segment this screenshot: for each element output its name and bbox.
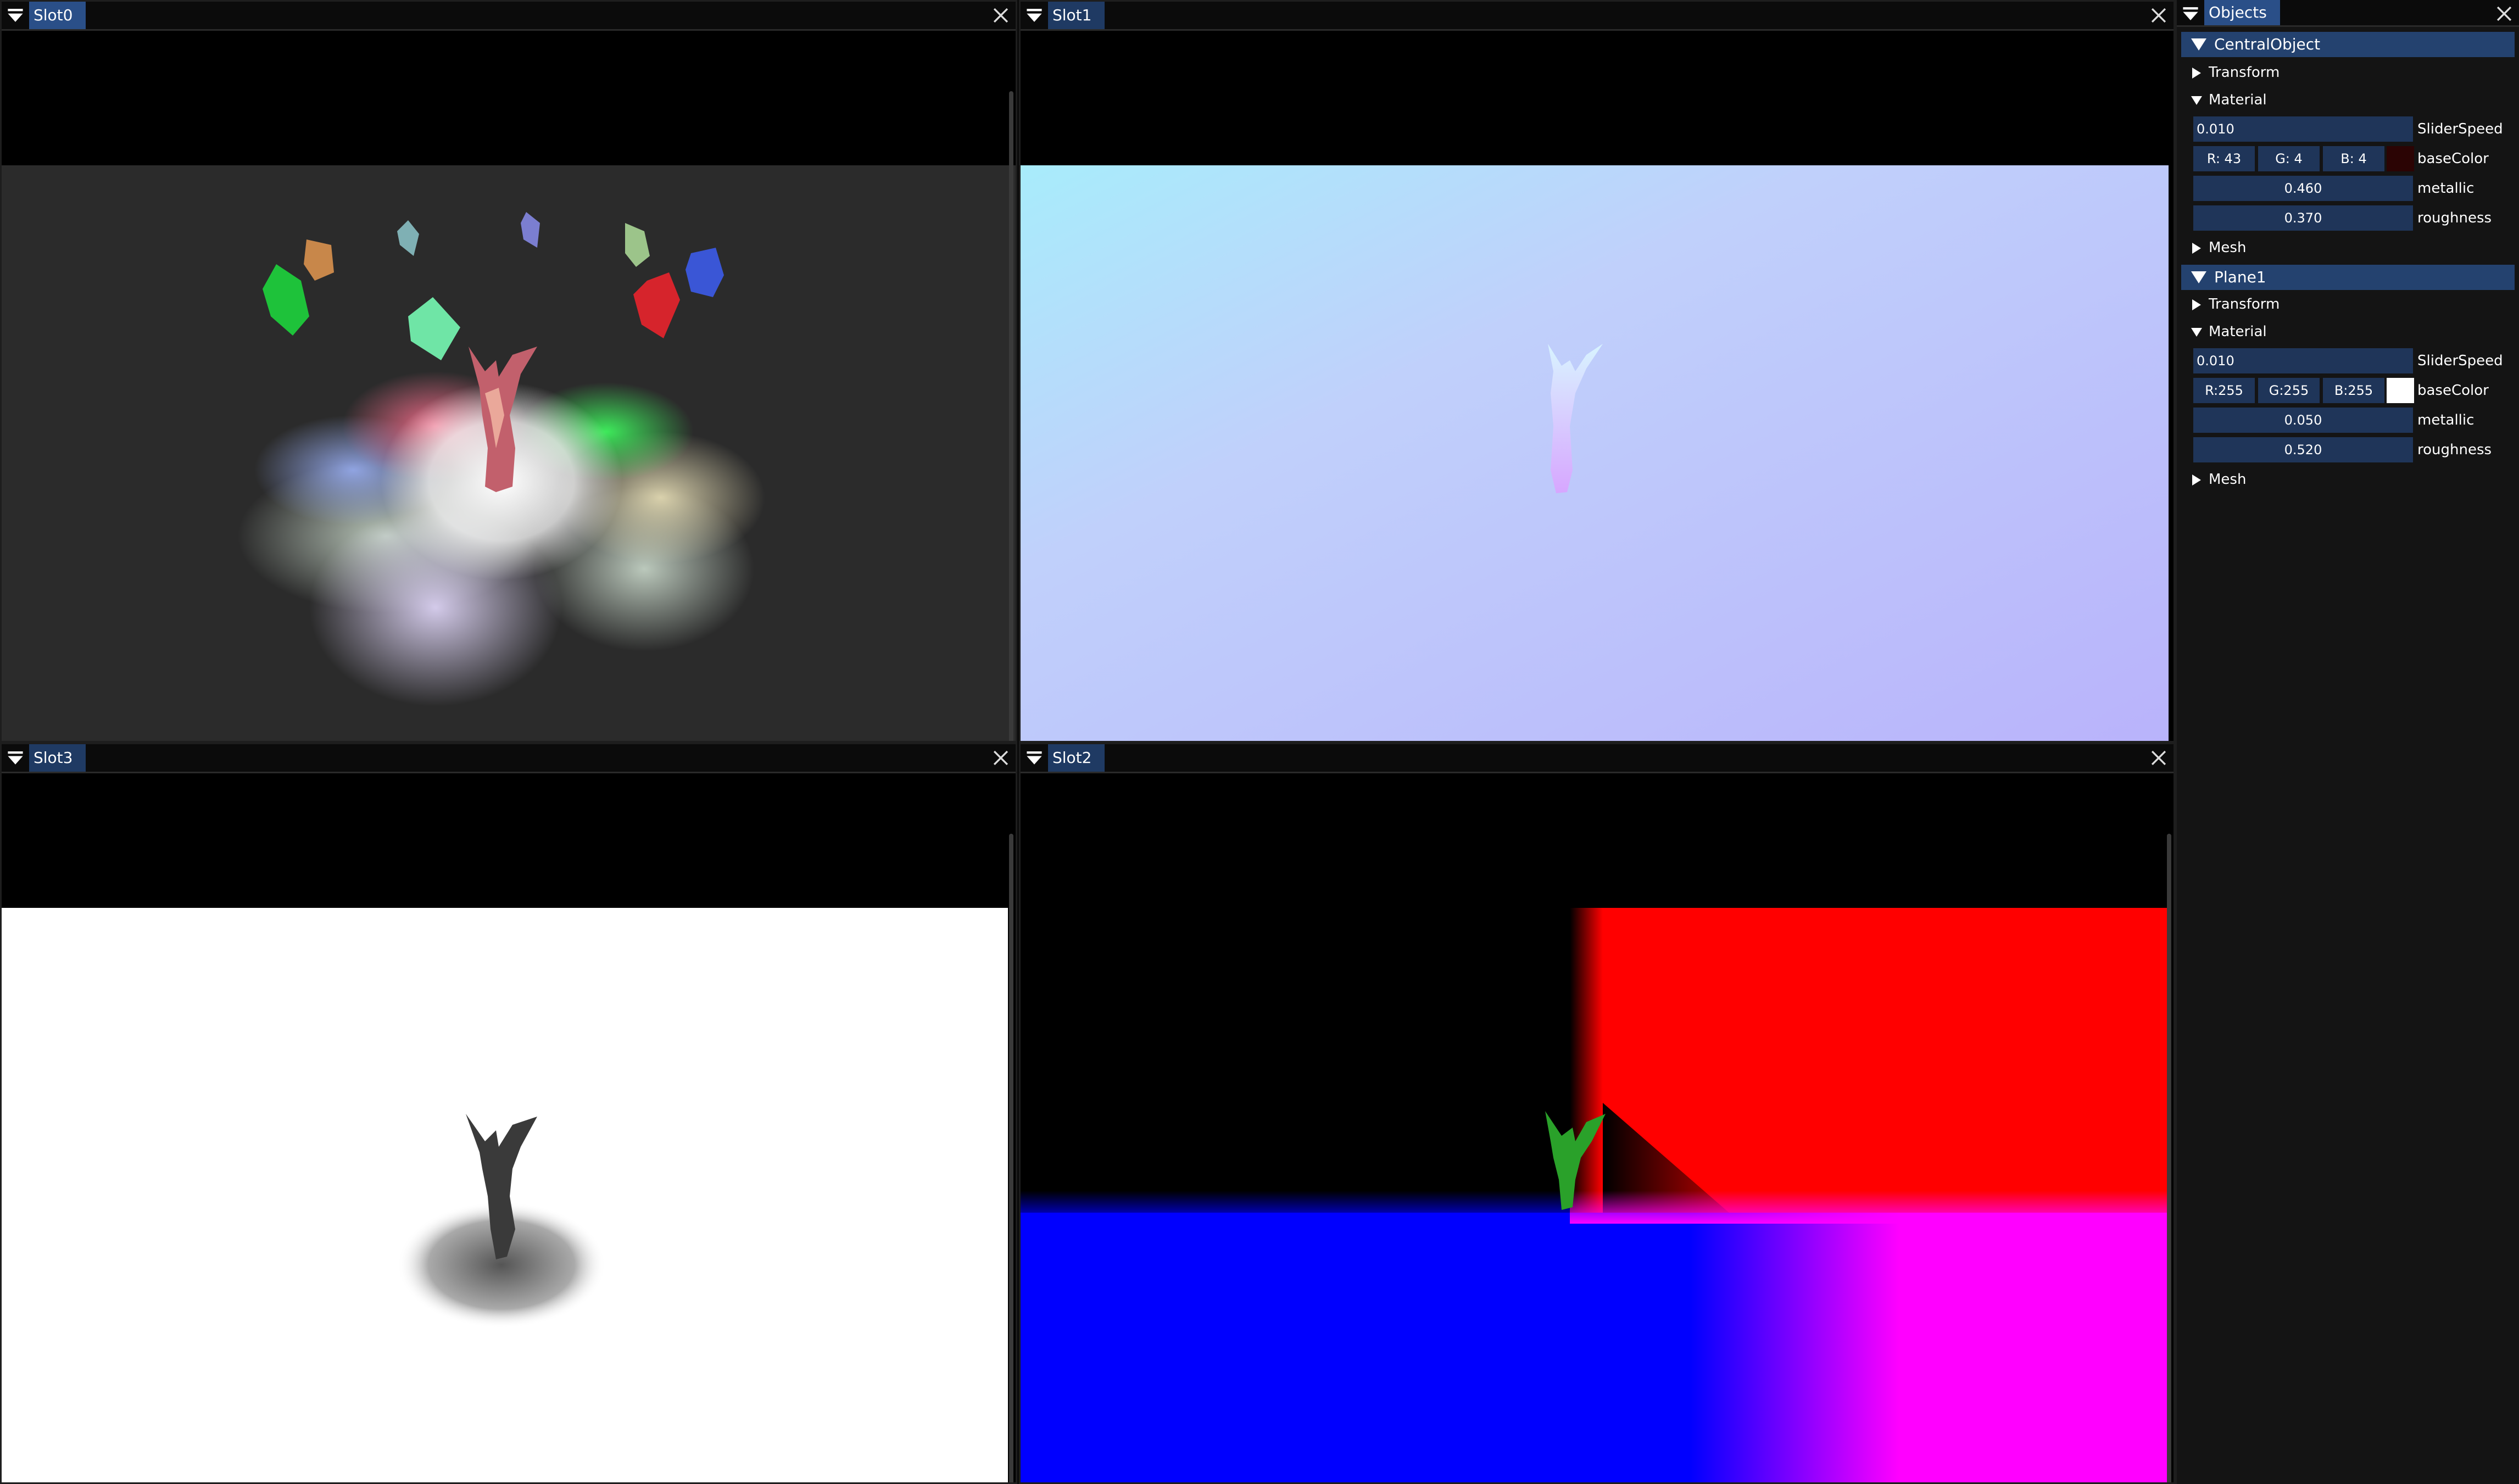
normal-buffer-render	[1021, 31, 2174, 741]
tree-node-mesh[interactable]: Mesh	[2177, 469, 2506, 491]
roughness-label: roughness	[2417, 210, 2492, 226]
close-icon[interactable]	[2149, 6, 2168, 25]
close-icon[interactable]	[991, 749, 1010, 767]
expanded-arrow-icon	[2191, 96, 2202, 105]
tree-node-material[interactable]: Material	[2177, 321, 2506, 343]
slot0-titlebar[interactable]: Slot0	[2, 2, 1016, 31]
basecolor-b-input[interactable]: B: 4	[2323, 146, 2384, 171]
metallic-label: metallic	[2417, 180, 2475, 197]
basecolor-swatch[interactable]	[2387, 378, 2414, 403]
close-icon[interactable]	[2149, 749, 2168, 767]
collapsed-arrow-icon	[2192, 475, 2201, 486]
tree-node-material[interactable]: Material	[2177, 90, 2506, 111]
basecolor-r-input[interactable]: R: 43	[2193, 146, 2255, 171]
basecolor-b-input[interactable]: B:255	[2323, 378, 2384, 403]
slot0-scrollbar[interactable]	[1009, 91, 1013, 741]
basecolor-label: baseColor	[2417, 150, 2489, 167]
collapsed-arrow-icon	[2192, 243, 2201, 254]
objects-tab[interactable]: Objects	[2204, 0, 2280, 25]
basecolor-swatch[interactable]	[2387, 146, 2414, 171]
shadow-buffer-render	[2, 773, 1016, 1482]
tree-node-transform[interactable]: Transform	[2177, 62, 2506, 84]
sliderspeed-input[interactable]: 0.010	[2193, 116, 2413, 142]
tree-node-mesh[interactable]: Mesh	[2177, 237, 2506, 259]
slot1-titlebar[interactable]: Slot1	[1021, 2, 2174, 31]
collapse-menu-icon[interactable]	[1025, 6, 1044, 25]
metallic-slider[interactable]: 0.050	[2193, 408, 2413, 433]
objects-titlebar[interactable]: Objects	[2177, 0, 2519, 27]
slot0-viewport[interactable]	[2, 31, 1016, 741]
slot2-titlebar[interactable]: Slot2	[1021, 744, 2174, 773]
close-icon[interactable]	[2495, 4, 2514, 23]
collapse-menu-icon[interactable]	[6, 749, 25, 767]
roughness-label: roughness	[2417, 442, 2492, 458]
slot1-window[interactable]: Slot1	[1019, 0, 2175, 743]
object-header-centralobject[interactable]: CentralObject	[2181, 32, 2515, 57]
metallic-label: metallic	[2417, 412, 2475, 428]
slot3-viewport[interactable]	[2, 773, 1016, 1482]
slot3-titlebar[interactable]: Slot3	[2, 744, 1016, 773]
sliderspeed-input[interactable]: 0.010	[2193, 348, 2413, 373]
expanded-arrow-icon	[2191, 328, 2202, 337]
lit-scene-render	[2, 31, 1016, 741]
object-header-plane1[interactable]: Plane1	[2181, 265, 2515, 290]
metallic-slider[interactable]: 0.460	[2193, 176, 2413, 201]
collapse-menu-icon[interactable]	[1025, 749, 1044, 767]
basecolor-label: baseColor	[2417, 382, 2489, 399]
slot3-window[interactable]: Slot3	[0, 743, 1017, 1484]
slot2-viewport[interactable]	[1021, 773, 2174, 1482]
close-icon[interactable]	[991, 6, 1010, 25]
collapse-menu-icon[interactable]	[6, 6, 25, 25]
expanded-arrow-icon	[2191, 38, 2206, 51]
slot3-scrollbar[interactable]	[1009, 834, 1013, 1482]
slot0-tab[interactable]: Slot0	[29, 2, 86, 29]
slot0-window[interactable]: Slot0	[0, 0, 1017, 743]
slot1-viewport[interactable]	[1021, 31, 2174, 741]
sliderspeed-label: SliderSpeed	[2417, 121, 2503, 137]
position-buffer-render	[1021, 773, 2174, 1482]
slot1-tab[interactable]: Slot1	[1048, 2, 1105, 29]
roughness-slider[interactable]: 0.520	[2193, 437, 2413, 462]
object-name: Plane1	[2214, 268, 2266, 286]
roughness-slider[interactable]: 0.370	[2193, 205, 2413, 231]
slot2-window[interactable]: Slot2	[1019, 743, 2175, 1484]
tree-node-transform[interactable]: Transform	[2177, 294, 2506, 316]
collapse-menu-icon[interactable]	[2181, 4, 2200, 23]
collapsed-arrow-icon	[2192, 68, 2201, 79]
slot3-tab[interactable]: Slot3	[29, 744, 86, 772]
objects-panel[interactable]: Objects CentralObject Transform Material…	[2175, 0, 2519, 1484]
collapsed-arrow-icon	[2192, 299, 2201, 310]
basecolor-g-input[interactable]: G:255	[2258, 378, 2320, 403]
basecolor-g-input[interactable]: G: 4	[2258, 146, 2320, 171]
object-name: CentralObject	[2214, 35, 2321, 53]
expanded-arrow-icon	[2191, 271, 2206, 283]
slot2-scrollbar[interactable]	[2167, 834, 2171, 1482]
slot2-tab[interactable]: Slot2	[1048, 744, 1105, 772]
basecolor-r-input[interactable]: R:255	[2193, 378, 2255, 403]
sliderspeed-label: SliderSpeed	[2417, 353, 2503, 369]
